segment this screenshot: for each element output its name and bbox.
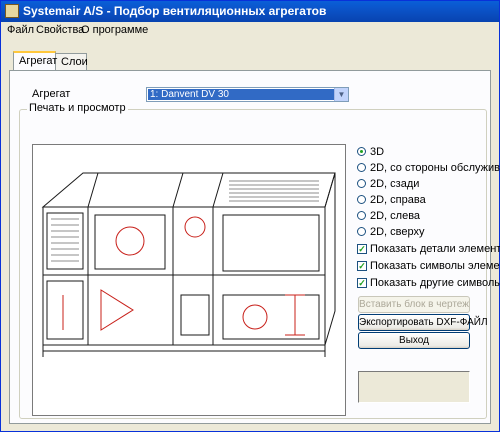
window-title: Systemair A/S - Подбор вентиляционных аг… [23,4,327,18]
radio-dot[interactable] [357,227,366,236]
checkmark-icon[interactable]: ✓ [357,244,367,254]
show-element-details-label: Показать детали элементов [370,243,500,255]
radio-dot[interactable] [357,163,366,172]
menu-bar: Файл Свойства О программе [1,22,499,38]
title-bar[interactable]: Systemair A/S - Подбор вентиляционных аг… [1,1,499,22]
view-label-2d-right: 2D, справа [370,194,426,206]
view-label-2d-top: 2D, сверху [370,226,425,238]
drawing-preview [32,144,346,416]
unit-select-value: 1: Danvent DV 30 [148,89,335,100]
unit-label: Агрегат [32,88,71,100]
menu-properties[interactable]: Свойства [36,24,84,36]
radio-dot[interactable] [357,195,366,204]
tab-unit[interactable]: Агрегат [13,51,57,70]
checkmark-icon[interactable]: ✓ [357,261,367,271]
chevron-down-icon[interactable]: ▼ [334,88,348,101]
radio-dot[interactable] [357,147,366,156]
app-icon [5,4,19,18]
menu-file[interactable]: Файл [7,24,34,36]
print-preview-group-title: Печать и просмотр [27,102,128,114]
ahu-3d-drawing [41,172,336,357]
view-label-3d: 3D [370,146,385,158]
show-other-symbols-label: Показать другие символы [370,277,500,289]
tab-layers[interactable]: Слои [55,53,88,70]
view-label-2d-left: 2D, слева [370,210,421,222]
menu-about[interactable]: О программе [81,24,148,36]
unit-select[interactable]: 1: Danvent DV 30 ▼ [146,87,349,102]
exit-button[interactable]: Выход [358,332,470,349]
view-label-2d-back: 2D, сзади [370,178,420,190]
radio-dot[interactable] [357,211,366,220]
view-label-2d-service: 2D, со стороны обслуживан [370,162,500,174]
radio-dot[interactable] [357,179,366,188]
insert-block-button[interactable]: Вставить блок в чертеж [358,296,470,313]
show-element-symbols-label: Показать символы элемент [370,260,500,272]
export-dxf-button[interactable]: Экспортировать DXF-ФАЙЛ [358,314,488,331]
checkmark-icon[interactable]: ✓ [357,278,367,288]
status-box [358,371,470,403]
app-window: Systemair A/S - Подбор вентиляционных аг… [0,0,500,432]
